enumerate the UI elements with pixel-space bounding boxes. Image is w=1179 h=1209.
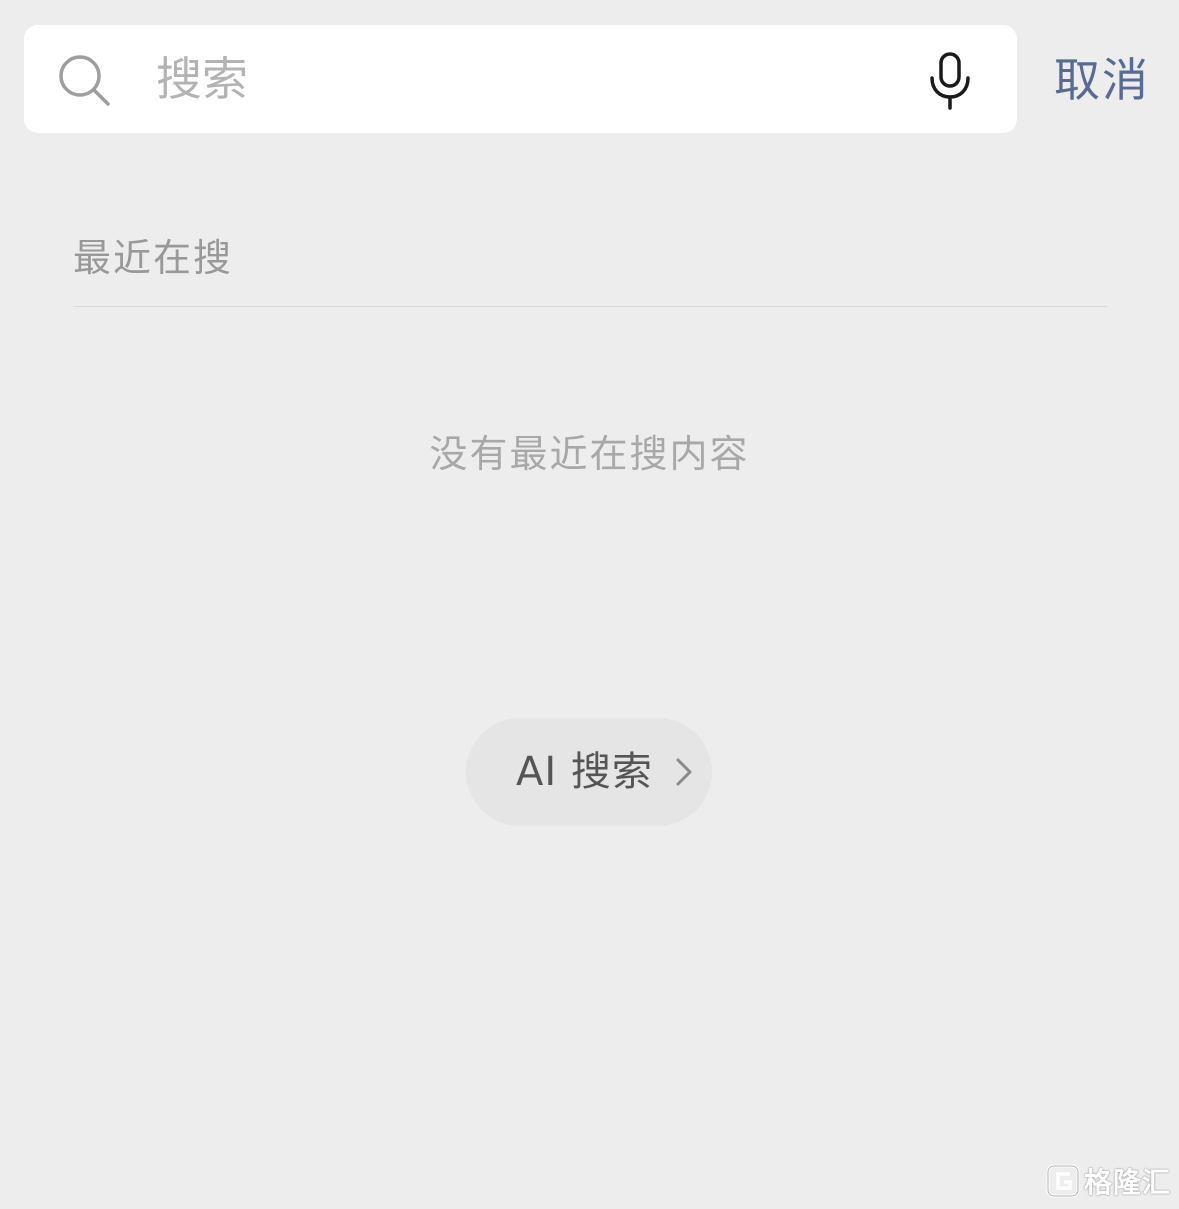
recent-search-title: 最近在搜 [73, 236, 234, 280]
watermark: 格隆汇 [1046, 1161, 1171, 1201]
cancel-button[interactable]: 取消 [1054, 52, 1150, 108]
microphone-icon[interactable] [926, 52, 974, 110]
watermark-text: 格隆汇 [1083, 1166, 1171, 1199]
ai-search-button[interactable]: AI 搜索 [466, 718, 712, 826]
search-bar[interactable] [24, 25, 1017, 133]
ai-search-label: AI 搜索 [516, 749, 653, 795]
chevron-right-icon [676, 758, 692, 786]
divider [73, 306, 1107, 307]
search-input[interactable] [156, 53, 916, 105]
brand-logo-icon [1046, 1164, 1080, 1198]
search-icon [59, 55, 110, 106]
empty-recent-text: 没有最近在搜内容 [429, 432, 750, 476]
